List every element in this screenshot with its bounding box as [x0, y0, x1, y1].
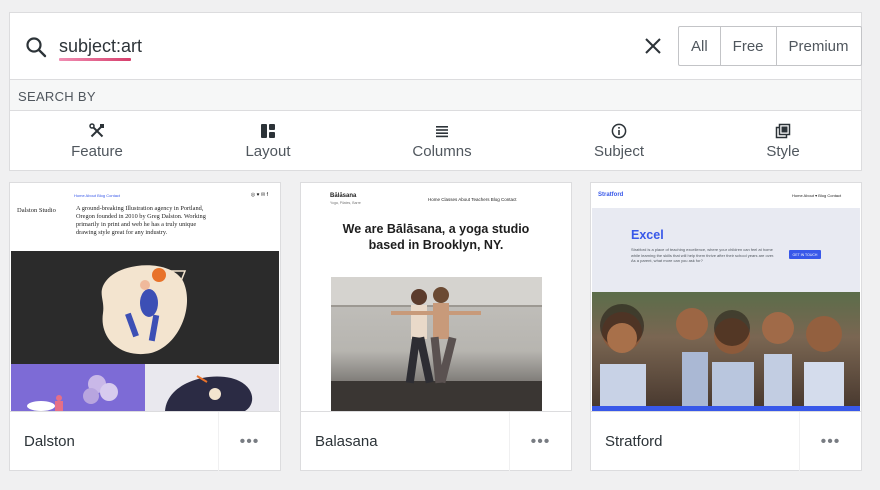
preview-nav: Home About ▾ Blog Contact: [792, 193, 842, 198]
preview-nav: Home About Blog Contact: [74, 193, 121, 198]
search-by-label: Feature: [71, 143, 123, 160]
preview-brand: Dalston Studio: [17, 207, 56, 214]
search-input[interactable]: subject:art: [59, 36, 142, 57]
search-by-heading: SEARCH BY: [10, 79, 861, 111]
search-by-style[interactable]: Style: [733, 123, 833, 160]
columns-icon: [436, 126, 448, 138]
tools-icon: [89, 123, 104, 138]
theme-search-panel: subject:art All Free Premium SEARCH BY F…: [9, 12, 862, 171]
preview-title: Excel: [631, 228, 664, 242]
price-filter-group: All Free Premium: [678, 26, 862, 66]
theme-card-stratford: Stratford Home About ▾ Blog Contact Exce…: [590, 182, 862, 471]
basketball-illustration: [101, 265, 188, 355]
preview-hero-illustration: [11, 251, 279, 364]
search-row: subject:art All Free Premium: [10, 13, 862, 79]
info-icon: [611, 123, 627, 139]
search-icon: [26, 37, 47, 58]
filter-all-button[interactable]: All: [679, 27, 721, 65]
preview-tagline: Yoga, Pilates, Barre: [330, 201, 361, 205]
preview-description: Stratford is a place of teaching excelle…: [631, 247, 775, 263]
filter-premium-button[interactable]: Premium: [777, 27, 861, 65]
children-group-image: [600, 304, 844, 406]
theme-card-balasana: Bālāsana Yoga, Pilates, Barre Home Class…: [300, 182, 572, 471]
more-options-button[interactable]: •••: [799, 412, 861, 471]
search-by-label: Subject: [593, 143, 645, 160]
more-options-button[interactable]: •••: [218, 412, 280, 471]
headline-line: We are Bālāsana, a yoga studio: [342, 222, 530, 236]
preview-logo: Stratford: [598, 192, 624, 198]
search-by-options: Feature Layout Columns Subject Style: [10, 111, 861, 171]
balloons-illustration: [27, 375, 118, 411]
abstract-shapes-illustration: [165, 375, 253, 411]
preview-logo: Bālāsana: [330, 193, 357, 199]
search-query-underline: [59, 58, 131, 61]
search-by-subject[interactable]: Subject: [569, 123, 669, 160]
yoga-pose-image: [331, 277, 542, 411]
preview-yoga-photo: [331, 277, 542, 411]
preview-nav: Home Classes About Teachers Blog Contact: [428, 197, 517, 202]
theme-preview-dalston[interactable]: Home About Blog Contact ◎ ♥ ✉ f Dalston …: [10, 183, 280, 411]
preview-tile-grey: [145, 364, 279, 411]
layout-icon: [261, 124, 275, 138]
preview-tile-purple: [11, 364, 145, 411]
filter-free-button[interactable]: Free: [721, 27, 777, 65]
theme-card-footer: Stratford •••: [591, 411, 861, 471]
search-by-label: Layout: [245, 143, 291, 160]
style-icon: [775, 123, 791, 139]
preview-children-photo: [592, 292, 860, 406]
theme-preview-balasana[interactable]: Bālāsana Yoga, Pilates, Barre Home Class…: [301, 183, 571, 411]
search-by-label: Columns: [412, 143, 472, 160]
search-by-columns[interactable]: Columns: [392, 123, 492, 160]
more-options-button[interactable]: •••: [509, 412, 571, 471]
preview-cta-button: GET IN TOUCH: [789, 250, 821, 259]
theme-name[interactable]: Balasana: [315, 433, 378, 450]
search-by-label: Style: [766, 143, 800, 160]
search-by-feature[interactable]: Feature: [47, 123, 147, 160]
headline-line: based in Brooklyn, NY.: [368, 238, 504, 252]
theme-card-dalston: Home About Blog Contact ◎ ♥ ✉ f Dalston …: [9, 182, 281, 471]
theme-preview-stratford[interactable]: Stratford Home About ▾ Blog Contact Exce…: [591, 183, 861, 411]
theme-card-footer: Balasana •••: [301, 411, 571, 471]
preview-description: A ground-breaking Illustration agency in…: [76, 205, 206, 236]
theme-card-footer: Dalston •••: [10, 411, 280, 471]
theme-name[interactable]: Dalston: [24, 433, 75, 450]
theme-name[interactable]: Stratford: [605, 433, 663, 450]
preview-social-icons: ◎ ♥ ✉ f: [250, 192, 268, 198]
preview-headline: We are Bālāsana, a yoga studio based in …: [301, 221, 571, 253]
search-by-layout[interactable]: Layout: [218, 123, 318, 160]
close-icon[interactable]: [643, 36, 663, 56]
